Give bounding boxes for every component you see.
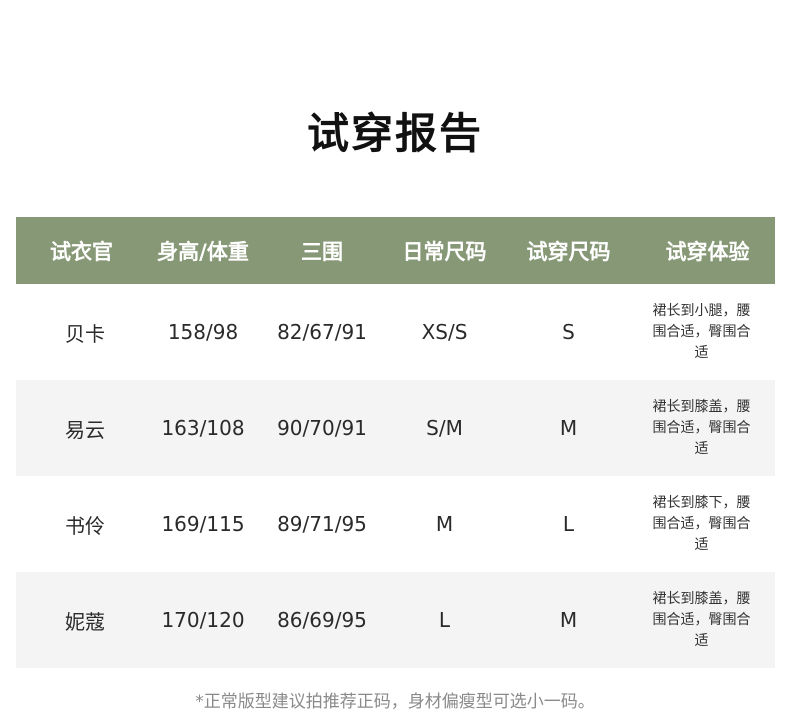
measurements: 82/67/91: [277, 320, 367, 344]
height-weight: 163/108: [161, 416, 245, 440]
measurements: 86/69/95: [277, 608, 367, 632]
measurements: 90/70/91: [277, 416, 367, 440]
column-header-tester: 试衣官: [50, 239, 113, 264]
column-header-height-weight: 身高/体重: [157, 239, 249, 264]
trial-size: L: [562, 512, 575, 536]
table-row: 妮蔻 170/120 86/69/95 L M 裙长到膝盖，腰围合适，臀围合适: [16, 572, 775, 668]
column-header-trial-size: 试穿尺码: [526, 239, 611, 264]
trial-size: S: [562, 320, 575, 344]
page-title: 试穿报告: [306, 109, 483, 158]
column-header-measurements: 三围: [301, 239, 343, 264]
tester-name: 妮蔻: [65, 609, 105, 634]
trial-experience: 裙长到小腿，腰围合适，臀围合适: [652, 302, 751, 361]
table-header-row: 试衣官 身高/体重 三围 日常尺码 试穿尺码 试穿体验: [16, 217, 775, 284]
daily-size: S/M: [426, 416, 463, 440]
trial-size: M: [559, 416, 578, 440]
table-row: 书伶 169/115 89/71/95 M L 裙长到膝下，腰围合适，臀围合适: [16, 476, 775, 572]
trial-experience: 裙长到膝盖，腰围合适，臀围合适: [652, 590, 751, 649]
height-weight: 170/120: [161, 608, 245, 632]
tester-name: 书伶: [65, 513, 105, 538]
trial-experience: 裙长到膝盖，腰围合适，臀围合适: [652, 398, 751, 457]
daily-size: XS/S: [421, 320, 468, 344]
trial-experience: 裙长到膝下，腰围合适，臀围合适: [652, 494, 751, 553]
daily-size: M: [435, 512, 454, 536]
trial-size: M: [559, 608, 578, 632]
table-row: 易云 163/108 90/70/91 S/M M 裙长到膝盖，腰围合适，臀围合…: [16, 380, 775, 476]
daily-size: L: [438, 608, 451, 632]
tester-name: 贝卡: [65, 321, 105, 346]
column-header-experience: 试穿体验: [665, 239, 750, 264]
height-weight: 158/98: [167, 320, 239, 344]
height-weight: 169/115: [161, 512, 245, 536]
sizing-footnote: *正常版型建议拍推荐正码，身材偏瘦型可选小一码。: [195, 692, 595, 712]
column-header-daily-size: 日常尺码: [402, 239, 487, 264]
tester-name: 易云: [65, 417, 105, 442]
measurements: 89/71/95: [277, 512, 367, 536]
fitting-report-table: 试衣官 身高/体重 三围 日常尺码 试穿尺码 试穿体验 贝卡 158/98 82…: [16, 217, 775, 668]
table-row: 贝卡 158/98 82/67/91 XS/S S 裙长到小腿，腰围合适，臀围合…: [16, 284, 775, 380]
